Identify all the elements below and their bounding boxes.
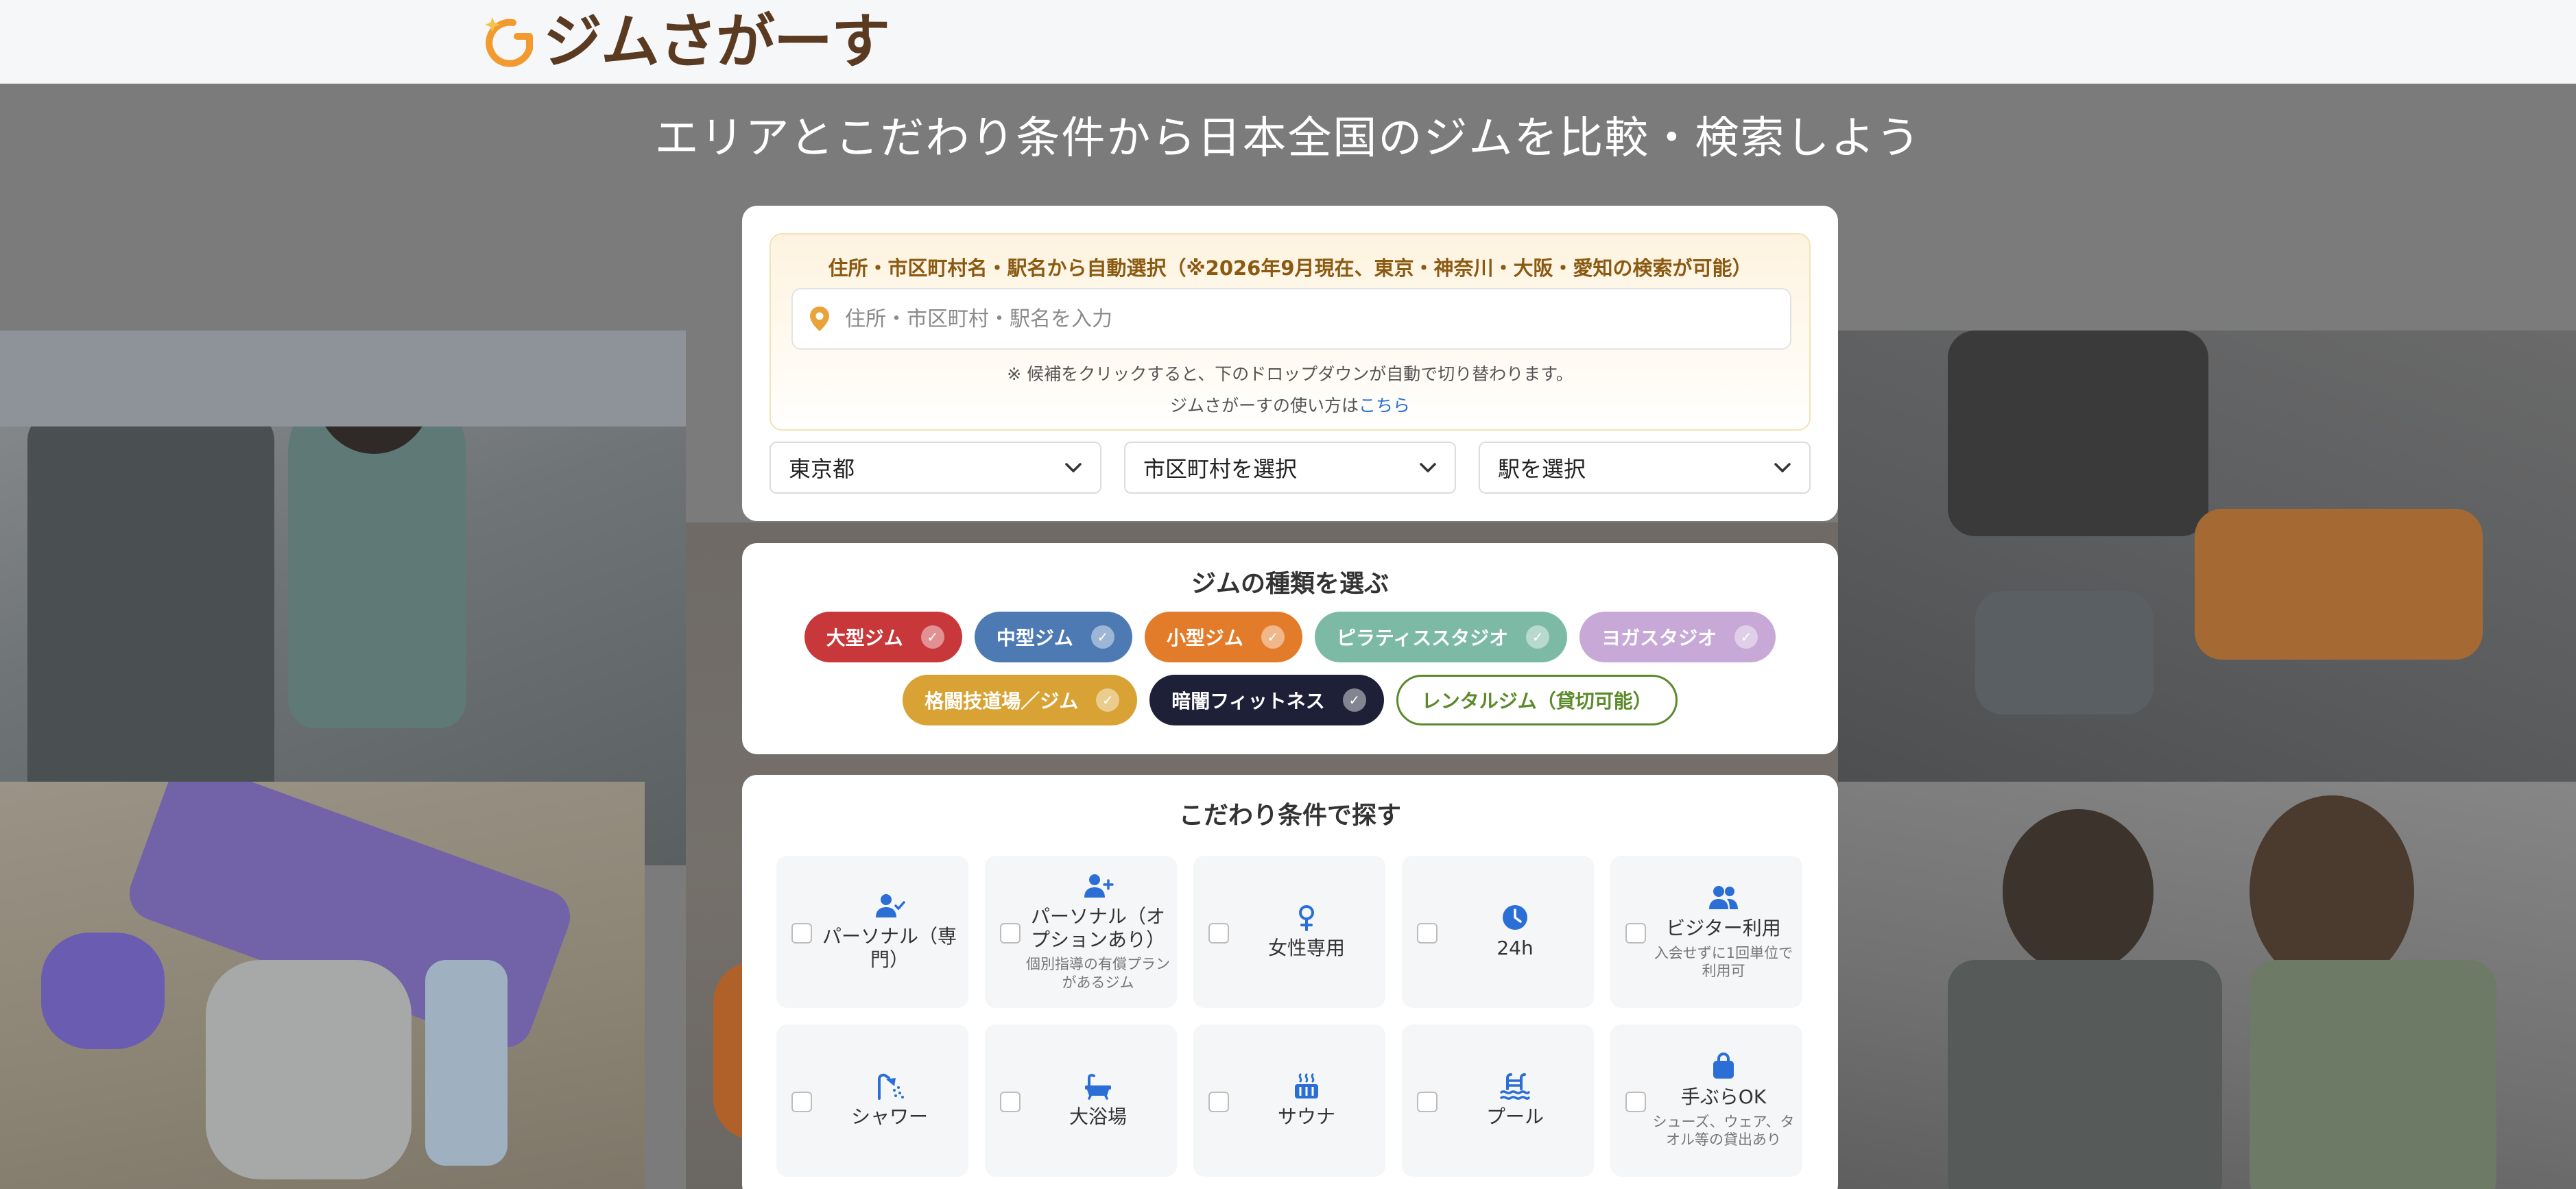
features-title: こだわり条件で探す (1178, 802, 1401, 830)
feature-empty-handed[interactable]: 手ぶらOK シューズ、ウェア、タオル等の貸出あり (1610, 1024, 1802, 1177)
feature-checkbox[interactable] (1208, 1092, 1229, 1112)
gym-type-row-2: 格闘技道場／ジム ✓ 暗闇フィットネス ✓ レンタルジム（貸切可能） (742, 675, 1838, 725)
location-pin-icon (810, 307, 829, 331)
shower-icon (878, 1073, 904, 1101)
site-logo[interactable]: ジムさがーす (480, 8, 890, 76)
feature-women-only[interactable]: 女性専用 (1193, 856, 1385, 1008)
hero-photo-mat (0, 782, 645, 1189)
feature-checkbox[interactable] (1625, 923, 1646, 944)
usage-help-text: ジムさがーすの使い方はこちら (771, 392, 1809, 417)
feature-checkbox[interactable] (1000, 923, 1021, 944)
check-icon: ✓ (920, 625, 944, 649)
feature-large-bath[interactable]: 大浴場 (985, 1024, 1177, 1177)
feature-personal-dedicated[interactable]: パーソナル（専門） (776, 856, 968, 1008)
check-icon: ✓ (1342, 688, 1366, 712)
auto-select-heading: 住所・市区町村名・駅名から自動選択（※2026年9月現在、東京・神奈川・大阪・愛… (828, 256, 1752, 280)
auto-select-panel: 住所・市区町村名・駅名から自動選択（※2026年9月現在、東京・神奈川・大阪・愛… (770, 233, 1811, 431)
type-chip-rental-gym[interactable]: レンタルジム（貸切可能） (1396, 675, 1678, 725)
users-icon (1709, 885, 1738, 909)
pool-icon (1500, 1073, 1530, 1101)
feature-checkbox[interactable] (791, 1092, 812, 1112)
type-chip-large-gym[interactable]: 大型ジム ✓ (804, 612, 962, 662)
type-chip-medium-gym[interactable]: 中型ジム ✓ (974, 612, 1132, 662)
location-search-card: 住所・市区町村名・駅名から自動選択（※2026年9月現在、東京・神奈川・大阪・愛… (742, 206, 1838, 521)
feature-sauna[interactable]: サウナ (1193, 1024, 1385, 1177)
logo-mark-icon (485, 17, 533, 67)
check-icon: ✓ (1734, 625, 1758, 649)
user-plus-icon (1084, 874, 1114, 898)
sauna-icon (1295, 1073, 1318, 1099)
feature-24h[interactable]: 24h (1402, 856, 1594, 1008)
feature-checkbox[interactable] (1417, 1092, 1438, 1112)
type-chip-martial-arts[interactable]: 格闘技道場／ジム ✓ (903, 675, 1138, 725)
check-icon: ✓ (1096, 688, 1120, 712)
hero-title: エリアとこだわり条件から日本全国のジムを比較・検索しよう (654, 113, 1922, 164)
check-icon: ✓ (1090, 625, 1114, 649)
user-check-icon (876, 894, 905, 918)
gym-type-title: ジムの種類を選ぶ (1191, 570, 1389, 598)
feature-visitor[interactable]: ビジター利用 入会せずに1回単位で利用可 (1610, 856, 1802, 1008)
chevron-down-icon (1774, 463, 1791, 472)
usage-help-prefix: ジムさがーすの使い方は (1169, 396, 1359, 416)
check-icon: ✓ (1526, 625, 1550, 649)
feature-checkbox[interactable] (1208, 923, 1229, 944)
location-search-box[interactable] (791, 288, 1791, 350)
type-chip-pilates-studio[interactable]: ピラティススタジオ ✓ (1314, 612, 1568, 662)
auto-select-note: ※ 候補をクリックすると、下のドロップダウンが自動で切り替わります。 (1007, 364, 1573, 384)
type-chip-small-gym[interactable]: 小型ジム ✓ (1144, 612, 1302, 662)
city-select-value: 市区町村を選択 (1143, 456, 1298, 482)
female-icon (1299, 905, 1314, 932)
gym-type-row-1: 大型ジム ✓ 中型ジム ✓ 小型ジム ✓ ピラティススタジオ ✓ ヨガスタジオ ✓ (742, 612, 1838, 662)
area-dropdowns: 東京都 市区町村を選択 駅を選択 (770, 442, 1811, 494)
station-select-value: 駅を選択 (1498, 456, 1586, 482)
feature-checkbox[interactable] (1417, 923, 1438, 944)
feature-checkbox[interactable] (1625, 1092, 1646, 1112)
features-card: こだわり条件で探す パーソナル（専門） パーソナル（オプションあり） 個別指導の… (742, 775, 1838, 1189)
feature-checkbox[interactable] (1000, 1092, 1021, 1112)
prefecture-select[interactable]: 東京都 (770, 442, 1101, 494)
logo-text: ジムさがーす (543, 8, 890, 76)
feature-pool[interactable]: プール (1402, 1024, 1594, 1177)
features-grid: パーソナル（専門） パーソナル（オプションあり） 個別指導の有償プランがあるジム… (776, 856, 1804, 1177)
bag-icon (1713, 1052, 1734, 1079)
station-select[interactable]: 駅を選択 (1479, 442, 1811, 494)
city-select[interactable]: 市区町村を選択 (1124, 442, 1456, 494)
type-chip-yoga-studio[interactable]: ヨガスタジオ ✓ (1579, 612, 1776, 662)
check-icon: ✓ (1261, 625, 1285, 649)
clock-icon (1503, 905, 1527, 930)
chevron-down-icon (1065, 463, 1082, 472)
type-chip-dark-fitness[interactable]: 暗闇フィットネス ✓ (1149, 675, 1384, 725)
feature-personal-option[interactable]: パーソナル（オプションあり） 個別指導の有償プランがあるジム (985, 856, 1177, 1008)
location-search-input[interactable] (845, 307, 1737, 331)
gym-type-card: ジムの種類を選ぶ 大型ジム ✓ 中型ジム ✓ 小型ジム ✓ ピラティススタジオ ✓ ヨガ… (742, 543, 1838, 754)
bath-icon (1085, 1074, 1111, 1100)
feature-checkbox[interactable] (791, 923, 812, 944)
prefecture-select-value: 東京都 (789, 456, 855, 482)
hero-photo-couple (1838, 782, 2576, 1189)
feature-shower[interactable]: シャワー (776, 1024, 968, 1177)
site-header: ジムさがーす (0, 0, 2576, 84)
usage-help-link[interactable]: こちら (1359, 396, 1410, 416)
chevron-down-icon (1420, 463, 1436, 472)
